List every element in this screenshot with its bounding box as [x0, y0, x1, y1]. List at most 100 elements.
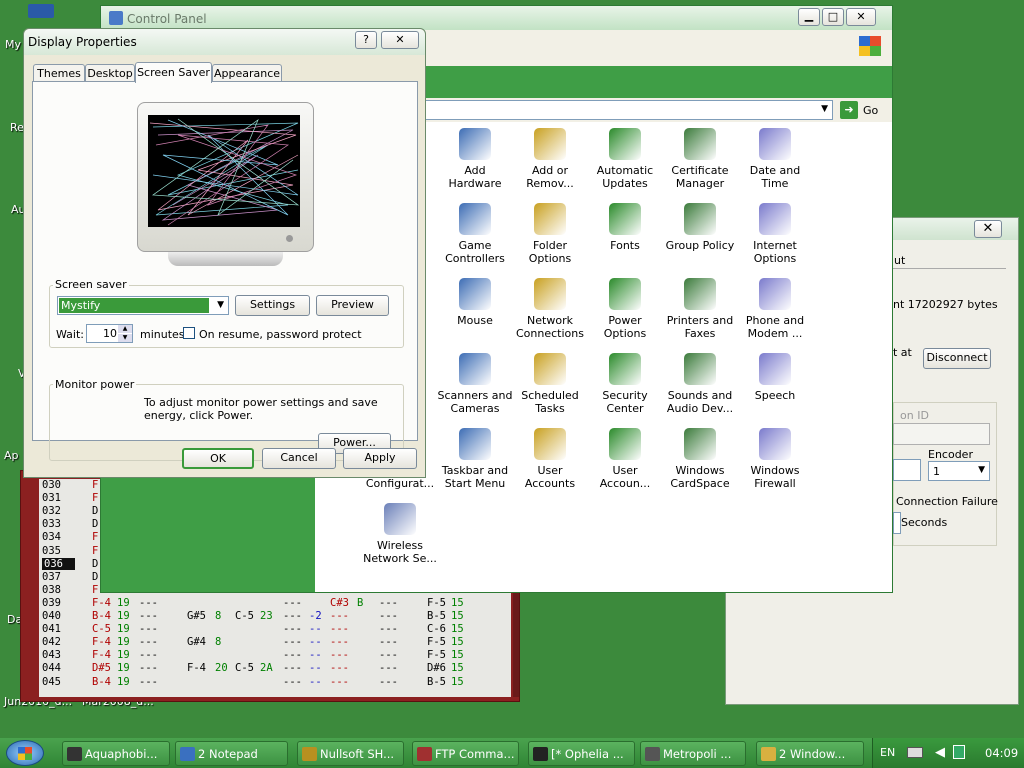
wait-stepper[interactable]: 10 ▲ ▼ — [86, 324, 133, 343]
tracker-cell-v1: 19 — [117, 596, 130, 609]
apply-button[interactable]: Apply — [343, 448, 417, 469]
chevron-up-icon[interactable]: ▲ — [118, 325, 132, 333]
language-indicator[interactable]: EN — [880, 746, 895, 759]
tracker-cell-num: 030 — [42, 479, 61, 491]
minimize-icon[interactable]: ▁ — [798, 8, 820, 26]
tracker-cell-d1: --- — [139, 649, 158, 662]
taskbar-button[interactable]: 2 Window... — [756, 741, 864, 766]
disconnect-button[interactable]: Disconnect — [923, 348, 991, 369]
control-panel-item[interactable]: User Accoun... — [587, 428, 663, 490]
control-panel-item[interactable]: Security Center — [587, 353, 663, 415]
tracker-row[interactable]: 044 D#5 19 --- F-4 20 C-5 2A --- -- --- --- D#6 15 — [39, 662, 511, 675]
screen-saver-select[interactable]: Mystify ▼ — [57, 296, 229, 315]
tracker-cell-n5: F-5 — [427, 636, 446, 649]
tracker-row[interactable]: 043 F-4 19 --- --- -- --- --- F-5 15 — [39, 649, 511, 662]
screen-saver-value: Mystify — [59, 298, 209, 313]
tracker-cell-n1: F-4 — [92, 649, 111, 662]
encoder-select[interactable]: 1 ▼ — [928, 461, 990, 481]
tracker-cell-num: 041 — [42, 623, 61, 636]
tracker-cell-v1: 19 — [117, 636, 130, 649]
chevron-down-icon[interactable]: ▼ — [118, 334, 132, 342]
desktop-icon[interactable] — [28, 4, 54, 18]
retry-seconds-field[interactable] — [893, 512, 901, 534]
control-panel-item[interactable]: User Accounts — [512, 428, 588, 490]
start-button[interactable] — [6, 740, 44, 766]
help-icon[interactable]: ? — [355, 31, 377, 49]
network-icon[interactable] — [953, 745, 965, 759]
taskbar-button[interactable]: 2 Notepad — [175, 741, 288, 766]
tracker-row[interactable]: 042 F-4 19 --- G#4 8 --- -- --- --- F-5 15 — [39, 636, 511, 649]
tab-themes[interactable]: Themes — [33, 64, 85, 82]
control-panel-item[interactable]: Scheduled Tasks — [512, 353, 588, 415]
taskbar-button[interactable]: Metropoli ... — [640, 741, 746, 766]
ftp-port-field[interactable] — [893, 459, 921, 481]
chevron-down-icon[interactable]: ▼ — [821, 104, 828, 114]
control-panel-item[interactable]: Windows CardSpace — [662, 428, 738, 490]
tab-screen-saver[interactable]: Screen Saver — [135, 62, 212, 83]
control-panel-item[interactable]: Date and Time — [737, 128, 813, 190]
go-arrow-icon[interactable]: ➜ — [840, 101, 858, 119]
tracker-row[interactable]: 040 B-4 19 --- G#5 8 C-5 23 --- -2 --- --- B-5 15 — [39, 610, 511, 623]
tracker-cell-num: 042 — [42, 636, 61, 649]
close-icon[interactable]: ✕ — [381, 31, 419, 49]
taskbar-button[interactable]: FTP Comma... — [412, 741, 519, 766]
cancel-button[interactable]: Cancel — [262, 448, 336, 469]
control-panel-item[interactable]: Mouse — [437, 278, 513, 327]
control-panel-titlebar[interactable]: Control Panel ▁ □ ✕ — [101, 6, 892, 30]
control-panel-item-label: Automatic Updates — [596, 164, 654, 190]
tracker-cell-num: 031 — [42, 492, 61, 505]
tracker-cell-num: 032 — [42, 505, 61, 518]
clock[interactable]: 04:09 — [985, 746, 1018, 760]
settings-button[interactable]: Settings — [235, 295, 310, 316]
control-panel-item[interactable]: Game Controllers — [437, 203, 513, 265]
control-panel-item[interactable]: Fonts — [587, 203, 663, 252]
chevron-down-icon[interactable]: ▼ — [217, 300, 224, 310]
display-properties-titlebar[interactable]: Display Properties ? ✕ — [24, 29, 425, 55]
tracker-row[interactable]: 045 B-4 19 --- --- -- --- --- B-5 15 — [39, 676, 511, 689]
control-panel-item[interactable]: Internet Options — [737, 203, 813, 265]
control-panel-item[interactable]: Windows Firewall — [737, 428, 813, 490]
speaker-icon[interactable]: ◀ — [935, 745, 945, 760]
desktop-label-re[interactable]: Re — [10, 121, 24, 134]
control-panel-item[interactable]: Speech — [737, 353, 813, 402]
ftp-id-field[interactable] — [893, 423, 990, 445]
tracker-row[interactable]: 041 C-5 19 --- --- -- --- --- C-6 15 — [39, 623, 511, 636]
ftp-tab-partial[interactable]: ut — [894, 254, 905, 267]
control-panel-item[interactable]: Certificate Manager — [662, 128, 738, 190]
go-button[interactable]: Go — [863, 104, 878, 117]
control-panel-item[interactable]: Group Policy — [662, 203, 738, 252]
control-panel-item[interactable]: Printers and Faxes — [662, 278, 738, 340]
preview-button[interactable]: Preview — [316, 295, 389, 316]
system-tray: EN ◀ 04:09 — [872, 738, 1024, 768]
control-panel-item[interactable]: Wireless Network Se... — [362, 503, 438, 565]
password-checkbox[interactable] — [183, 327, 195, 339]
control-panel-item[interactable]: Scanners and Cameras — [437, 353, 513, 415]
control-panel-item[interactable]: Add Hardware — [437, 128, 513, 190]
encoder-label: Encoder — [928, 448, 973, 461]
desktop-label-ap[interactable]: Ap — [4, 449, 19, 462]
maximize-icon[interactable]: □ — [822, 8, 844, 26]
tab-appearance[interactable]: Appearance — [212, 64, 282, 82]
control-panel-item[interactable]: Network Connections — [512, 278, 588, 340]
desktop-label-my[interactable]: My — [5, 38, 21, 51]
power-led-icon — [286, 235, 293, 242]
tracker-cell-n5: C-6 — [427, 623, 446, 636]
control-panel-item[interactable]: Power Options — [587, 278, 663, 340]
taskbar-button[interactable]: Aquaphobi... — [62, 741, 170, 766]
control-panel-item[interactable]: Add or Remov... — [512, 128, 588, 190]
taskbar-button[interactable]: Nullsoft SH... — [297, 741, 404, 766]
control-panel-item-label: Wireless Network Se... — [363, 539, 437, 565]
control-panel-item[interactable]: Taskbar and Start Menu — [437, 428, 513, 490]
control-panel-item[interactable]: Automatic Updates — [587, 128, 663, 190]
control-panel-item-icon — [759, 128, 791, 160]
tracker-row[interactable]: 039 F-4 19 --- --- C#3 B --- F-5 15 — [39, 597, 511, 610]
taskbar-button[interactable]: [* Ophelia ... — [528, 741, 635, 766]
ok-button[interactable]: OK — [182, 448, 254, 469]
tab-desktop[interactable]: Desktop — [85, 64, 135, 82]
control-panel-item[interactable]: Phone and Modem ... — [737, 278, 813, 340]
close-icon[interactable]: ✕ — [974, 220, 1002, 238]
keyboard-icon[interactable] — [907, 747, 923, 758]
control-panel-item[interactable]: Folder Options — [512, 203, 588, 265]
control-panel-item[interactable]: Sounds and Audio Dev... — [662, 353, 738, 415]
close-icon[interactable]: ✕ — [846, 8, 876, 26]
